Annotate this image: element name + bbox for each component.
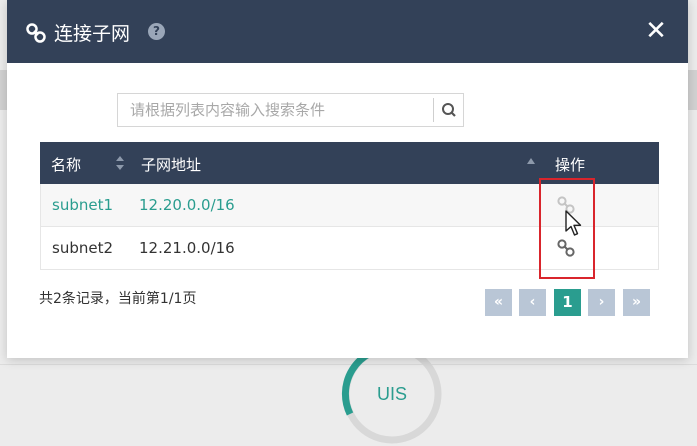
search-icon	[442, 103, 456, 117]
search-input[interactable]	[118, 94, 432, 126]
subnet-address: 12.21.0.0/16	[139, 239, 235, 257]
close-button[interactable]: ✕	[644, 18, 668, 44]
mouse-cursor-icon	[565, 210, 582, 236]
subnet-address: 12.20.0.0/16	[139, 196, 235, 214]
dialog-title: 连接子网	[54, 23, 131, 45]
subnet-name: subnet2	[52, 239, 114, 257]
dialog-header: 连接子网 ? ✕	[7, 0, 688, 63]
page-1-button[interactable]: 1	[554, 289, 581, 316]
ring-label: UIS	[376, 384, 407, 404]
first-page-button[interactable]: «	[485, 289, 512, 316]
sort-icon[interactable]	[115, 155, 125, 171]
subnet-name: subnet1	[52, 196, 114, 214]
link-icon	[26, 23, 46, 43]
prev-page-button[interactable]: ‹	[519, 289, 546, 316]
search-box	[117, 93, 464, 127]
next-page-button[interactable]: ›	[588, 289, 615, 316]
help-icon[interactable]: ?	[148, 23, 165, 40]
column-header-name[interactable]: 名称	[51, 154, 81, 175]
record-summary: 共2条记录，当前第1/1页	[39, 291, 197, 307]
search-button[interactable]	[434, 94, 464, 126]
sort-ascending-icon[interactable]	[526, 157, 536, 165]
column-header-address[interactable]: 子网地址	[141, 154, 201, 175]
last-page-button[interactable]: »	[623, 289, 650, 316]
column-header-action: 操作	[555, 156, 586, 174]
